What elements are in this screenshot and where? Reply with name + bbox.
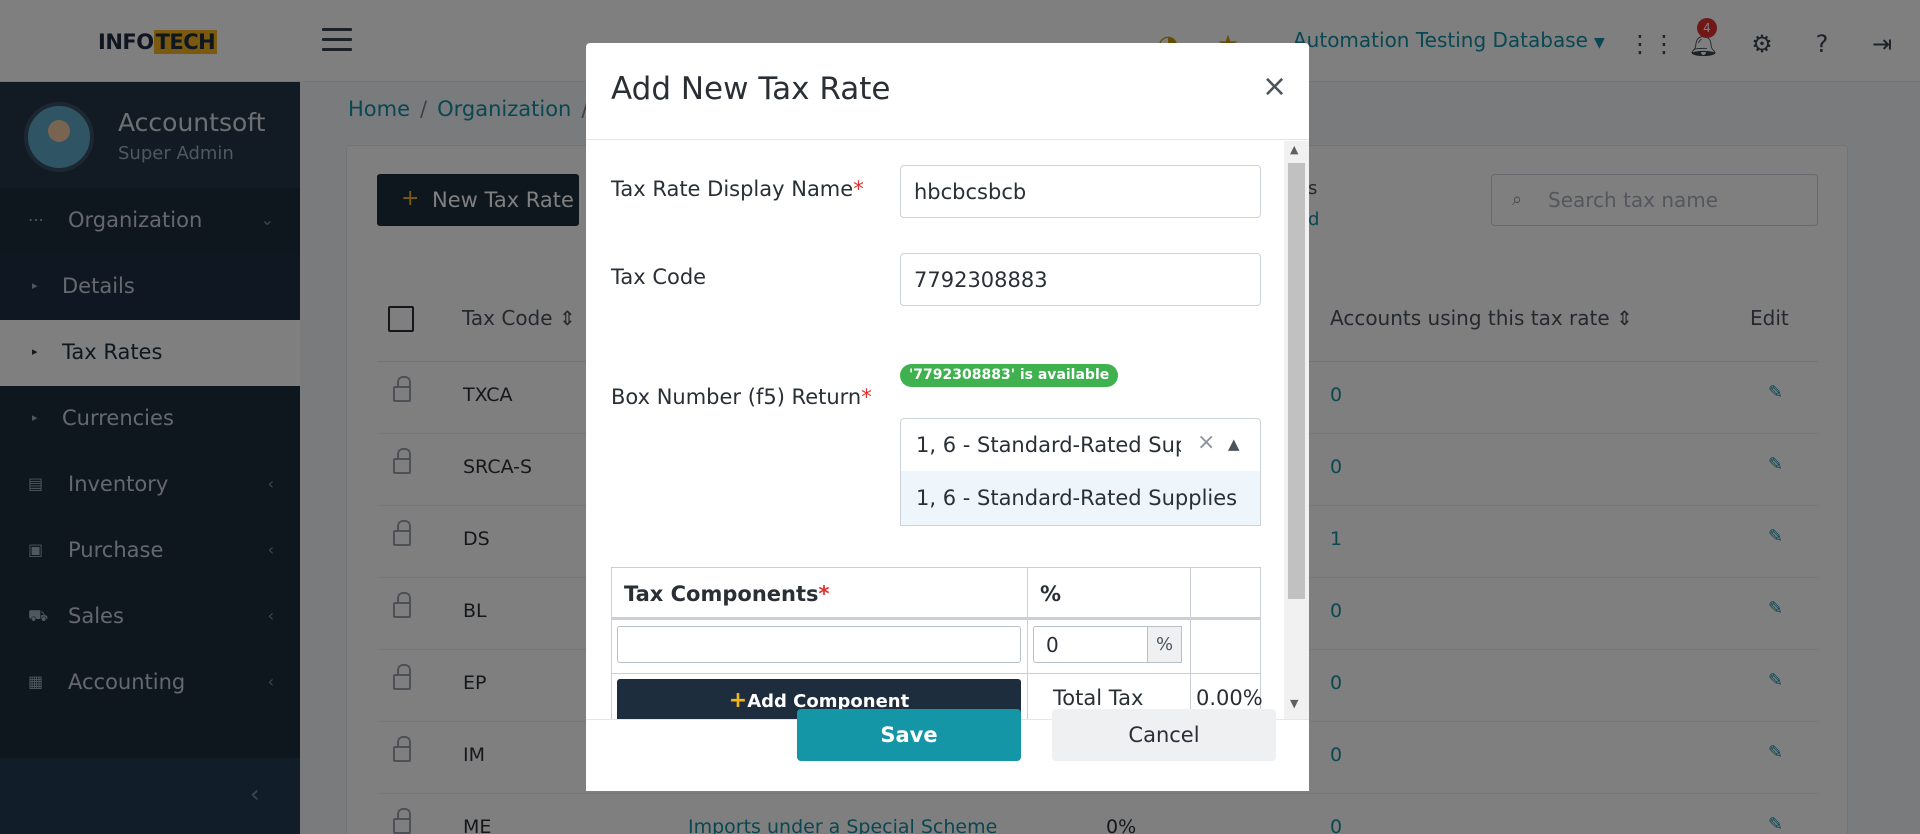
total-tax-rate-value: 0.00% <box>1196 686 1263 710</box>
chevron-up-icon[interactable]: ▲ <box>1228 435 1240 453</box>
clear-icon[interactable]: × <box>1197 430 1215 455</box>
cancel-button[interactable]: Cancel <box>1052 709 1276 761</box>
required-mark: * <box>861 385 872 409</box>
scroll-up-icon[interactable]: ▲ <box>1290 143 1298 156</box>
components-header-cell: Tax Components* <box>612 568 1028 617</box>
box-number-label: Box Number (f5) Return* <box>611 385 872 409</box>
label-text: Tax Rate Display Name <box>611 177 854 201</box>
tax-code-field[interactable] <box>900 253 1261 306</box>
box-number-select[interactable]: 1, 6 - Standard-Rated Supplies × ▲ <box>900 418 1261 472</box>
scroll-down-icon[interactable]: ▼ <box>1290 697 1298 710</box>
display-name-label: Tax Rate Display Name* <box>611 177 864 201</box>
required-mark: * <box>853 177 864 201</box>
modal-header: Add New Tax Rate × <box>586 43 1309 140</box>
header-text: Tax Components <box>624 582 819 606</box>
modal-title: Add New Tax Rate <box>611 71 891 107</box>
percent-suffix: % <box>1148 626 1182 663</box>
dropdown-option[interactable]: 1, 6 - Standard-Rated Supplies <box>900 471 1261 526</box>
modal-scrollbar[interactable]: ▲ ▼ <box>1284 141 1309 719</box>
required-mark: * <box>818 582 830 606</box>
tax-components-table: Tax Components* % % +Add Component Total… <box>611 567 1263 734</box>
plus-icon: + <box>728 688 748 713</box>
label-text: Box Number (f5) Return <box>611 385 862 409</box>
save-button[interactable]: Save <box>797 709 1021 761</box>
component-percent-input[interactable] <box>1033 626 1148 663</box>
percent-header: % <box>1040 582 1062 606</box>
components-header-row: Tax Components* % <box>611 567 1261 618</box>
component-input-row: % <box>611 618 1261 674</box>
component-percent-cell: % <box>1028 620 1191 673</box>
availability-badge: '7792308883' is available <box>900 364 1119 387</box>
component-name-input[interactable] <box>617 626 1021 663</box>
add-tax-rate-modal: Add New Tax Rate × ▲ ▼ Tax Rate Display … <box>586 43 1309 791</box>
percent-header-cell: % <box>1028 568 1191 617</box>
tax-code-label: Tax Code <box>611 265 707 289</box>
close-icon[interactable]: × <box>1262 69 1287 104</box>
scrollbar-thumb[interactable] <box>1288 163 1305 599</box>
selected-value: 1, 6 - Standard-Rated Supplies <box>916 433 1181 457</box>
components-header: Tax Components* <box>624 582 830 606</box>
display-name-field[interactable] <box>900 165 1261 218</box>
component-name-cell <box>612 620 1028 673</box>
